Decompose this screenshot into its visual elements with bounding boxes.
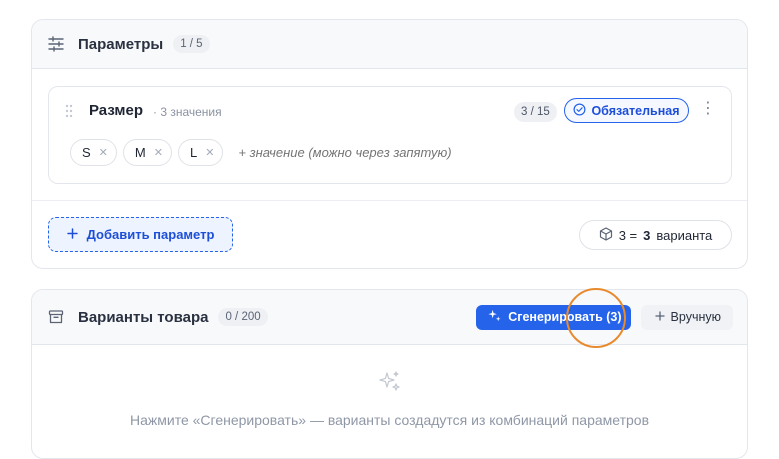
variants-count-badge: 0 / 200 [218, 308, 268, 326]
archive-icon [47, 308, 65, 326]
parameters-title: Параметры [78, 35, 164, 53]
sparkles-icon [488, 309, 501, 325]
empty-state: Нажмите «Сгенерировать» — варианты созда… [32, 370, 747, 430]
parameters-count-badge: 1 / 5 [173, 35, 210, 53]
value-chip-label: M [134, 145, 146, 160]
parameters-header: Параметры 1 / 5 [32, 20, 747, 69]
combinations-suffix: варианта [656, 227, 713, 243]
combinations-count: 3 [643, 227, 651, 243]
parameter-row: Размер · 3 значения 3 / 15 Обязательная … [48, 86, 732, 184]
sparkles-icon [32, 370, 747, 399]
parameters-card: Параметры 1 / 5 Размер · 3 значения 3 / … [31, 19, 748, 269]
close-icon[interactable]: ✕ [154, 146, 163, 159]
add-parameter-button[interactable]: Добавить параметр [48, 217, 233, 252]
manual-button[interactable]: Вручную [640, 304, 733, 330]
required-toggle[interactable]: Обязательная [564, 98, 689, 123]
add-parameter-label: Добавить параметр [86, 227, 215, 242]
generate-button[interactable]: Сгенерировать (3) [476, 304, 631, 330]
plus-icon [66, 227, 78, 242]
parameter-name[interactable]: Размер [89, 102, 143, 119]
value-chip-label: L [189, 145, 198, 160]
manual-label: Вручную [670, 310, 721, 324]
parameter-values-count: · 3 значения [153, 105, 222, 119]
variants-title: Варианты товара [78, 308, 209, 326]
check-circle-icon [573, 103, 586, 119]
value-chip-label: S [82, 145, 91, 160]
combinations-badge: 3 = 3 варианта [579, 220, 732, 250]
drag-handle-icon[interactable] [65, 104, 73, 123]
value-input[interactable] [238, 145, 509, 160]
value-chip[interactable]: L ✕ [177, 139, 224, 166]
value-chip[interactable]: S ✕ [70, 139, 117, 166]
more-vertical-icon[interactable]: ⋮ [700, 101, 716, 117]
generate-label: Сгенерировать (3) [508, 310, 622, 324]
close-icon[interactable]: ✕ [205, 146, 214, 159]
sliders-icon [47, 35, 65, 53]
plus-icon [654, 310, 665, 324]
cube-icon [599, 226, 613, 244]
value-chip[interactable]: M ✕ [122, 139, 172, 166]
divider [32, 200, 747, 201]
empty-state-text: Нажмите «Сгенерировать» — варианты созда… [129, 412, 650, 428]
combinations-prefix: 3 = [618, 227, 638, 243]
variants-card: Варианты товара 0 / 200 Сгенерировать (3… [31, 289, 748, 459]
required-label: Обязательная [591, 103, 680, 118]
value-chips: S ✕ M ✕ L ✕ [70, 139, 509, 166]
parameter-fraction-badge: 3 / 15 [514, 102, 557, 122]
variants-header: Варианты товара 0 / 200 Сгенерировать (3… [32, 290, 747, 345]
close-icon[interactable]: ✕ [99, 146, 108, 159]
